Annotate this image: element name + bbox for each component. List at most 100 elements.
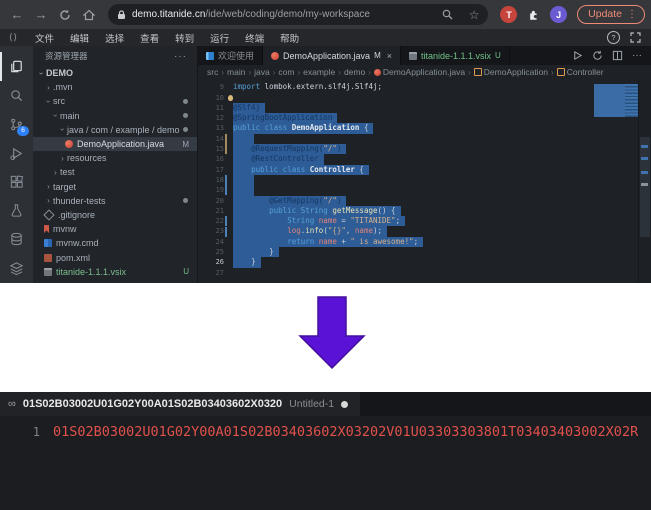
sync-icon[interactable] <box>592 50 603 61</box>
tree-item-src[interactable]: ›src <box>33 94 197 108</box>
breadcrumb-item-demoapplication-java[interactable]: DemoApplication.java <box>374 67 465 77</box>
menu-item-终端[interactable]: 终端 <box>237 31 272 45</box>
code-line-16[interactable]: 16 @RestController <box>198 154 639 164</box>
back-icon[interactable]: ← <box>6 4 28 26</box>
code-line-24[interactable]: 24 return name + " is awesome!"; <box>198 237 639 247</box>
home-icon[interactable] <box>78 4 100 26</box>
tree-item-demoapplication-java[interactable]: DemoApplication.javaM <box>33 137 197 151</box>
code-line-10[interactable]: 10 <box>198 93 639 103</box>
more-actions-icon[interactable]: ··· <box>632 50 642 61</box>
search-icon[interactable] <box>0 81 33 110</box>
explorer-icon[interactable] <box>0 52 33 81</box>
bottom-code-text: 01S02B03002U01G02Y00A01S02B03403602X0320… <box>53 424 638 440</box>
tree-item-titanide-1-1-1-vsix[interactable]: titanide-1.1.1.vsixU <box>33 265 197 279</box>
scrollbar[interactable] <box>638 79 651 283</box>
testing-flask-icon[interactable] <box>0 196 33 225</box>
extension-avatar[interactable]: T <box>500 6 517 23</box>
breadcrumb-item-controller[interactable]: Controller <box>557 67 604 77</box>
code-line-14[interactable]: 14 <box>198 134 639 144</box>
tree-item-mvnw-cmd[interactable]: mvnw.cmd <box>33 236 197 250</box>
tab-titanide-1-1-1-vsix[interactable]: titanide-1.1.1.vsixU <box>401 46 510 65</box>
breadcrumb-item-demoapplication[interactable]: DemoApplication <box>474 67 548 77</box>
code-line-23[interactable]: 23 log.info("{}", name); <box>198 226 639 236</box>
menu-item-选择[interactable]: 选择 <box>97 31 132 45</box>
untitled-tab[interactable]: ∞ 01S02B03002U01G02Y00A01S02B03403602X03… <box>0 392 360 416</box>
menu-item-文件[interactable]: 文件 <box>27 31 62 45</box>
breadcrumb-item-example[interactable]: example <box>303 67 335 77</box>
fullscreen-icon[interactable] <box>630 32 641 43</box>
breadcrumb-item-demo[interactable]: demo <box>344 67 365 77</box>
menu-item-查看[interactable]: 查看 <box>132 31 167 45</box>
code-line-9[interactable]: 9import lombok.extern.slf4j.Slf4j; <box>198 82 639 92</box>
forward-icon[interactable]: → <box>30 4 52 26</box>
tree-item-resources[interactable]: ›resources <box>33 151 197 165</box>
extensions-puzzle-icon[interactable] <box>527 8 540 22</box>
code-line-15[interactable]: 15 @RequestMapping("/") <box>198 144 639 154</box>
tree-item--mvn[interactable]: ›.mvn <box>33 80 197 94</box>
lightbulb-icon[interactable] <box>228 95 233 101</box>
reload-icon[interactable] <box>54 4 76 26</box>
tree-item-thunder-tests[interactable]: ›thunder-tests <box>33 194 197 208</box>
code-line-11[interactable]: 11@Slf4j <box>198 103 639 113</box>
tab-demoapplication-java[interactable]: DemoApplication.javaM× <box>263 46 401 65</box>
update-button[interactable]: Update ⋮ <box>577 5 645 24</box>
scrollbar-thumb[interactable] <box>640 137 650 237</box>
tree-item--gitignore[interactable]: .gitignore <box>33 208 197 222</box>
sidebar-more-icon[interactable]: ··· <box>174 51 187 62</box>
selection-highlight: public class DemoApplication { <box>233 123 373 133</box>
breadcrumb-item-java[interactable]: java <box>254 67 270 77</box>
bottom-code-line[interactable]: 1 01S02B03002U01G02Y00A01S02B03403602X03… <box>0 424 651 440</box>
modified-badge: M <box>374 51 381 60</box>
code-line-25[interactable]: 25 } <box>198 247 639 257</box>
profile-avatar[interactable]: J <box>550 6 567 23</box>
database-icon[interactable] <box>0 225 33 254</box>
run-icon[interactable] <box>572 50 583 61</box>
breadcrumb-item-main[interactable]: main <box>227 67 245 77</box>
code-line-12[interactable]: 12@SpringBootApplication <box>198 113 639 123</box>
code-line-26[interactable]: 26 } <box>198 257 639 267</box>
code-line-22[interactable]: 22 String name = "TITANIDE"; <box>198 216 639 226</box>
close-icon[interactable]: × <box>387 51 392 61</box>
breadcrumb-item-src[interactable]: src <box>207 67 218 77</box>
code-line-18[interactable]: 18 <box>198 175 639 185</box>
layers-icon[interactable] <box>0 254 33 283</box>
breadcrumb-label: main <box>227 67 245 77</box>
run-debug-icon[interactable] <box>0 139 33 168</box>
source-control-icon[interactable]: 6 <box>0 110 33 139</box>
code-line-21[interactable]: 21 public String getMessage() { <box>198 206 639 216</box>
minimap[interactable] <box>594 84 638 117</box>
tree-item-label: DEMO <box>46 68 73 78</box>
code-line-13[interactable]: 13public class DemoApplication { <box>198 123 639 133</box>
chevron-right-icon: › <box>51 168 60 177</box>
menu-item-帮助[interactable]: 帮助 <box>272 31 307 45</box>
menu-item-转到[interactable]: 转到 <box>167 31 202 45</box>
tree-item-target[interactable]: ›target <box>33 180 197 194</box>
gutter-change-mark <box>225 134 227 144</box>
browser-menu-icon[interactable]: ⋮ <box>627 9 637 20</box>
zoom-icon[interactable] <box>442 9 453 20</box>
tree-item-demo[interactable]: ›DEMO <box>33 66 197 80</box>
menu-item-编辑[interactable]: 编辑 <box>62 31 97 45</box>
code-line-27[interactable]: 27 <box>198 268 639 278</box>
extensions-icon[interactable] <box>0 168 33 197</box>
split-editor-icon[interactable] <box>612 50 623 61</box>
selection-highlight: log.info("{}", name); <box>233 226 387 236</box>
code-line-19[interactable]: 19 <box>198 185 639 195</box>
breadcrumb-separator: › <box>221 68 224 77</box>
help-icon[interactable]: ? <box>607 31 620 44</box>
bookmark-star-icon[interactable]: ☆ <box>469 8 480 22</box>
code-editor[interactable]: 89import lombok.extern.slf4j.Slf4j;1011@… <box>198 79 651 283</box>
code-line-17[interactable]: 17 public class Controller { <box>198 165 639 175</box>
tree-item-pom-xml[interactable]: pom.xml <box>33 250 197 264</box>
breadcrumb-item-com[interactable]: com <box>278 67 294 77</box>
tree-item-mvnw[interactable]: mvnw <box>33 222 197 236</box>
tab--[interactable]: 欢迎使用 <box>198 46 263 65</box>
code-line-20[interactable]: 20 @GetMapping("/") <box>198 196 639 206</box>
menu-item-运行[interactable]: 运行 <box>202 31 237 45</box>
tree-item-java-com-example-demo[interactable]: ›java / com / example / demo <box>33 123 197 137</box>
unsaved-dot-icon[interactable] <box>341 401 348 408</box>
tree-item-main[interactable]: ›main <box>33 109 197 123</box>
tree-item-test[interactable]: ›test <box>33 165 197 179</box>
address-bar[interactable]: demo.titanide.cn/ide/web/coding/demo/my-… <box>108 4 488 25</box>
chevron-down-icon: › <box>51 111 60 120</box>
